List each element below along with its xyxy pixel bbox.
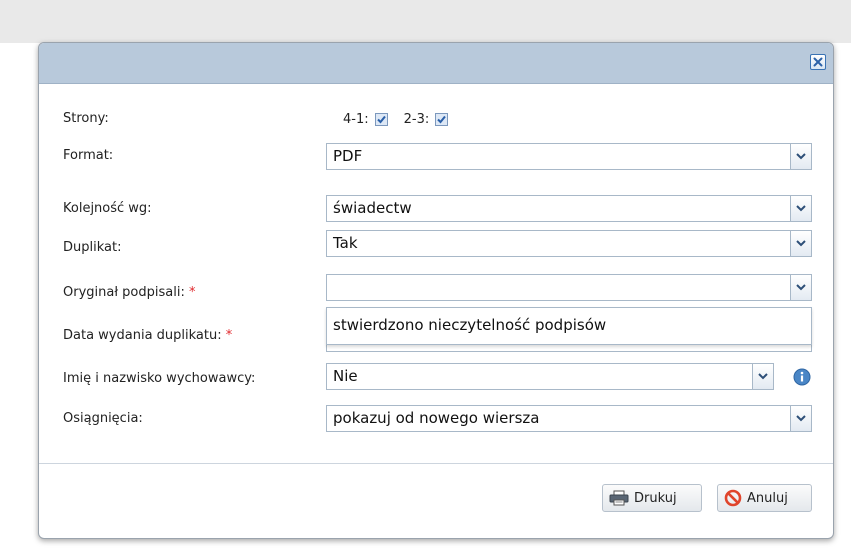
close-icon — [813, 57, 823, 67]
kolejnosc-dropdown-button[interactable] — [790, 196, 811, 221]
footer-divider — [39, 463, 833, 464]
oryginal-dropdown-button[interactable] — [790, 275, 811, 300]
dropdown-option[interactable]: stwierdzono nieczytelność podpisów — [333, 316, 606, 334]
duplikat-dropdown-button[interactable] — [790, 231, 811, 256]
chevron-down-icon — [796, 284, 806, 291]
strony-4-1-checkbox[interactable] — [374, 112, 388, 126]
chevron-down-icon — [796, 415, 806, 422]
format-value: PDF — [333, 147, 363, 165]
data-wydania-label: Data wydania duplikatu: * — [63, 328, 233, 343]
format-label: Format: — [63, 148, 114, 163]
wychowawca-select[interactable]: Nie — [326, 363, 774, 390]
kolejnosc-value: świadectw — [333, 199, 412, 217]
duplikat-value: Tak — [333, 234, 358, 252]
required-mark: * — [188, 285, 196, 300]
print-button[interactable]: Drukuj — [602, 484, 702, 512]
page-background-band — [0, 0, 851, 43]
format-select[interactable]: PDF — [326, 143, 812, 170]
cancel-button[interactable]: Anuluj — [717, 484, 812, 512]
strony-label: Strony: — [63, 111, 109, 126]
osiagniecia-dropdown-button[interactable] — [790, 406, 811, 431]
duplikat-select[interactable]: Tak — [326, 230, 812, 257]
oryginal-select[interactable] — [326, 274, 812, 301]
strony-2-3-label: 2-3: — [403, 111, 430, 127]
duplikat-label: Duplikat: — [63, 240, 122, 255]
kolejnosc-select[interactable]: świadectw — [326, 195, 812, 222]
osiagniecia-select[interactable]: pokazuj od nowego wiersza — [326, 405, 812, 432]
oryginal-dropdown-list: stwierdzono nieczytelność podpisów — [326, 307, 812, 345]
checkmark-icon — [437, 115, 447, 123]
kolejnosc-label: Kolejność wg: — [63, 201, 152, 216]
cancel-icon — [724, 489, 742, 507]
oryginal-label: Oryginał podpisali: * — [63, 285, 196, 300]
info-icon[interactable] — [793, 368, 811, 386]
chevron-down-icon — [796, 205, 806, 212]
format-dropdown-button[interactable] — [790, 144, 811, 169]
wychowawca-dropdown-button[interactable] — [752, 364, 773, 389]
strony-4-1-label: 4-1: — [343, 111, 369, 127]
wychowawca-label: Imię i nazwisko wychowawcy: — [63, 371, 256, 386]
print-button-label: Drukuj — [634, 490, 677, 506]
chevron-down-icon — [758, 373, 768, 380]
strony-checkboxes: 4-1: 2-3: — [343, 109, 464, 129]
wychowawca-value: Nie — [333, 367, 358, 385]
chevron-down-icon — [796, 240, 806, 247]
chevron-down-icon — [796, 153, 806, 160]
dialog-titlebar — [39, 43, 833, 84]
print-dialog: Strony: 4-1: 2-3: Format: PDF Kolejność … — [38, 42, 834, 539]
required-mark: * — [225, 328, 233, 343]
checkmark-icon — [376, 115, 386, 123]
printer-icon — [609, 490, 629, 506]
close-button[interactable] — [810, 54, 826, 70]
osiagniecia-label: Osiągnięcia: — [63, 411, 143, 426]
osiagniecia-value: pokazuj od nowego wiersza — [333, 409, 540, 427]
cancel-button-label: Anuluj — [747, 490, 788, 506]
strony-2-3-checkbox[interactable] — [435, 112, 449, 126]
